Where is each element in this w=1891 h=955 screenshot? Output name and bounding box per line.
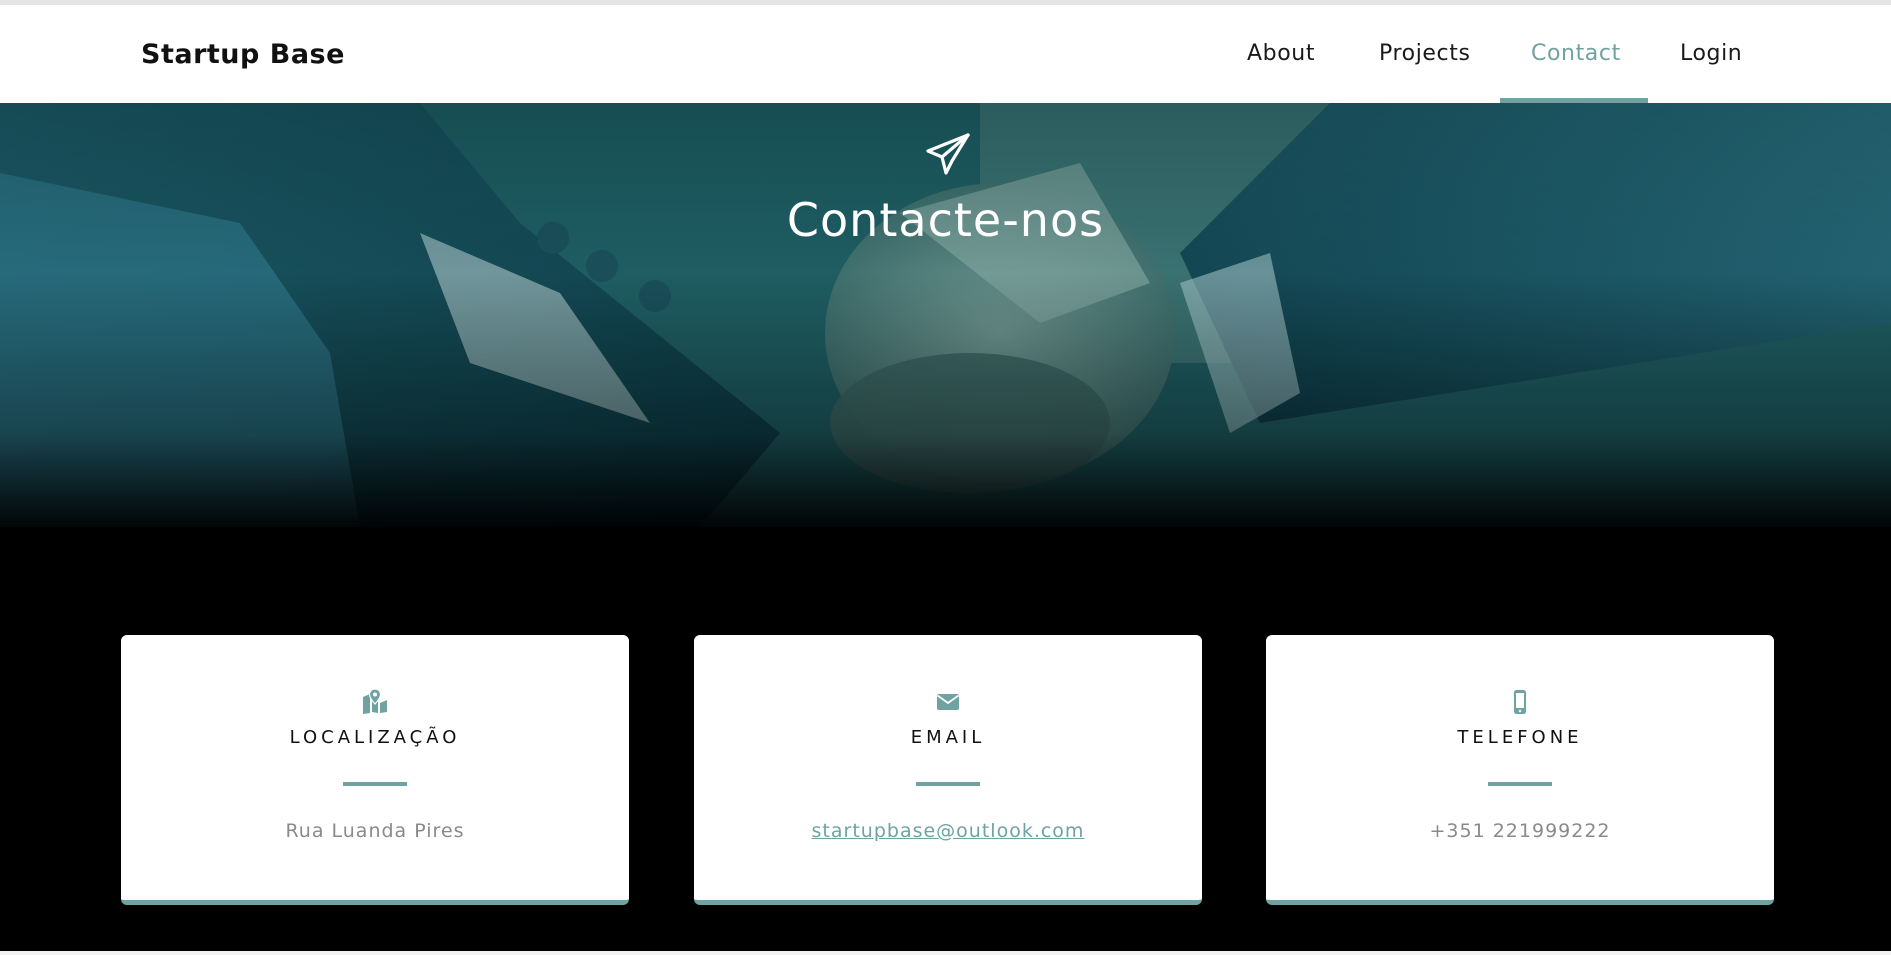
card-title-phone: TELEFONE (1457, 727, 1583, 748)
location-value: Rua Luanda Pires (285, 820, 465, 842)
card-title-location: LOCALIZAÇÃO (289, 727, 461, 748)
card-divider (1488, 782, 1552, 786)
email-link[interactable]: startupbase@outlook.com (694, 820, 1202, 842)
nav-link-login[interactable]: Login (1680, 41, 1742, 66)
brand-logo[interactable]: Startup Base (141, 39, 345, 70)
nav-link-about[interactable]: About (1247, 41, 1315, 66)
card-title-email: EMAIL (910, 727, 986, 748)
card-divider (343, 782, 407, 786)
contact-card-phone: TELEFONE +351 221999222 (1266, 635, 1774, 905)
nav-link-projects[interactable]: Projects (1379, 41, 1471, 66)
contact-card-location: LOCALIZAÇÃO Rua Luanda Pires (121, 635, 629, 905)
nav-link-contact[interactable]: Contact (1531, 41, 1621, 66)
mobile-phone-icon (1514, 690, 1526, 714)
card-divider (916, 782, 980, 786)
navbar: Startup Base About Projects Contact Logi… (0, 5, 1891, 103)
map-marker-icon (363, 689, 387, 714)
page-title: Contacte-nos (786, 193, 1105, 247)
bottom-border (0, 951, 1891, 955)
paper-plane-icon (926, 133, 970, 175)
envelope-icon (936, 694, 960, 710)
phone-value: +351 221999222 (1429, 820, 1611, 842)
contact-card-email: EMAIL startupbase@outlook.com (694, 635, 1202, 905)
